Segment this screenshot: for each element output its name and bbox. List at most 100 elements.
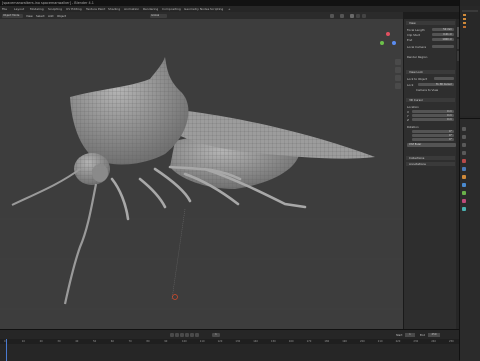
render-region-checkbox[interactable]: Render Region [407,55,455,59]
tab-modeling[interactable]: Modeling [30,7,44,11]
object-menu[interactable]: Object [57,14,66,18]
frame-tick-label: 200 [360,339,365,343]
timeline-panel[interactable]: 1 Start 1 End 250 0 10 20 30 40 50 60 70 80 90 100… [0,329,459,361]
overlay-toggle[interactable] [330,13,334,18]
gizmo-x-axis-icon[interactable] [386,32,390,36]
tab-uv-editing[interactable]: UV Editing [66,7,82,11]
3d-viewport[interactable] [0,19,403,329]
frame-tick-label: 250 [449,339,454,343]
jump-start-icon[interactable] [170,333,174,337]
object-properties-icon[interactable] [462,175,466,179]
start-frame-field[interactable]: 1 [405,333,415,337]
focal-length-field[interactable]: 50 mm [432,27,454,31]
xray-toggle[interactable] [340,13,344,18]
cursor-y-field[interactable]: 0 m [412,113,454,117]
play-icon[interactable] [185,333,189,337]
object-icon [463,22,466,24]
rotation-mode-select[interactable]: XYZ Euler [407,143,456,147]
cursor-x-field[interactable]: 0 m [412,109,454,113]
tab-rendering[interactable]: Rendering [143,7,158,11]
next-keyframe-icon[interactable] [190,333,194,337]
frame-tick-label: 50 [93,339,97,343]
camera-to-view-checkbox[interactable]: Camera to View [416,88,455,92]
start-frame-label: Start [396,333,403,337]
annotations-section-header[interactable]: Annotations [406,162,455,166]
play-reverse-icon[interactable] [180,333,184,337]
tab-compositing[interactable]: Compositing [162,7,181,11]
clip-start-field[interactable]: 0.01 m [432,32,454,36]
tab-sculpting[interactable]: Sculpting [48,7,62,11]
zoom-icon[interactable] [395,59,401,65]
outliner-panel[interactable] [460,6,480,116]
select-menu[interactable]: Select [36,14,45,18]
properties-panel[interactable] [460,118,480,361]
frame-tick-label: 210 [377,339,383,343]
viewport-sidebar: View Focal Length 50 mm Clip Start 0.01 … [403,19,459,329]
gizmo-y-axis-icon[interactable] [380,41,384,45]
rotation-y-field[interactable]: 0° [412,133,454,137]
frame-tick-label: 10 [21,339,25,343]
material-shading-button[interactable] [356,13,360,18]
rendered-shading-button[interactable] [362,13,366,18]
frame-tick-label: 60 [110,339,114,343]
lock-object-field[interactable] [434,76,454,80]
add-workspace-button[interactable]: + [228,7,231,11]
playback-controls [170,333,200,337]
rotation-z-field[interactable]: 0° [412,137,454,141]
mode-select[interactable]: Object Mode [2,13,23,18]
tab-layout[interactable]: Layout [14,7,24,11]
current-frame-field[interactable]: 1 [212,333,220,337]
perspective-toggle-icon[interactable] [395,83,401,89]
floor-grid [0,218,403,310]
jump-end-icon[interactable] [195,333,199,337]
frame-tick-label: 160 [288,339,294,343]
lock-to-cursor-toggle[interactable]: To 3D Cursor [418,82,454,86]
tab-geometry-nodes[interactable]: Geometry Nodes [184,7,209,11]
data-properties-icon[interactable] [462,191,466,195]
texture-properties-icon[interactable] [462,207,466,211]
transform-orientation-select[interactable]: Global [150,13,167,18]
frame-tick-label: 30 [57,339,61,343]
output-properties-icon[interactable] [462,143,466,147]
tab-scripting[interactable]: Scripting [210,7,223,11]
local-camera-field[interactable] [432,44,454,48]
menu-file[interactable]: File [2,7,7,11]
view-menu[interactable]: View [26,14,33,18]
tool-properties-icon[interactable] [462,127,466,131]
view-layer-properties-icon[interactable] [462,151,466,155]
playhead[interactable] [6,339,7,361]
render-properties-icon[interactable] [462,135,466,139]
3d-cursor-section-header[interactable]: 3D Cursor [406,98,455,102]
modifier-properties-icon[interactable] [462,183,466,187]
view-section-header[interactable]: View [406,21,455,25]
mesh-icon [463,26,466,28]
solid-shading-button[interactable] [350,13,354,18]
clip-end-field[interactable]: 1000 m [432,37,454,41]
prev-keyframe-icon[interactable] [175,333,179,337]
frame-ruler[interactable]: 0 10 20 30 40 50 60 70 80 90 100 110 120 130 140 150 160… [0,339,459,344]
cursor-z-field[interactable]: 0 m [412,117,454,121]
frame-tick-label: 90 [164,339,168,343]
gizmo-z-axis-icon[interactable] [392,41,396,45]
y-axis-line [171,208,186,300]
rotation-x-field[interactable]: 0° [412,129,454,133]
end-frame-field[interactable]: 250 [428,333,440,337]
cursor-location-label: Location [407,105,419,109]
material-properties-icon[interactable] [462,199,466,203]
collections-section-header[interactable]: Collections [406,156,455,160]
pan-hand-icon[interactable] [395,67,401,73]
view-lock-section-header[interactable]: View Lock [406,70,455,74]
add-menu[interactable]: Add [48,14,53,18]
object-icon [463,18,466,20]
tab-texture-paint[interactable]: Texture Paint [86,7,105,11]
outliner-row[interactable] [462,10,478,12]
frame-tick-label: 150 [271,339,276,343]
scene-properties-icon[interactable] [462,159,466,163]
tab-animation[interactable]: Animation [124,7,139,11]
frame-tick-label: 180 [324,339,330,343]
camera-view-icon[interactable] [395,75,401,81]
world-properties-icon[interactable] [462,167,466,171]
tab-shading[interactable]: Shading [108,7,120,11]
frame-tick-label: 20 [39,339,43,343]
frame-tick-label: 80 [146,339,150,343]
